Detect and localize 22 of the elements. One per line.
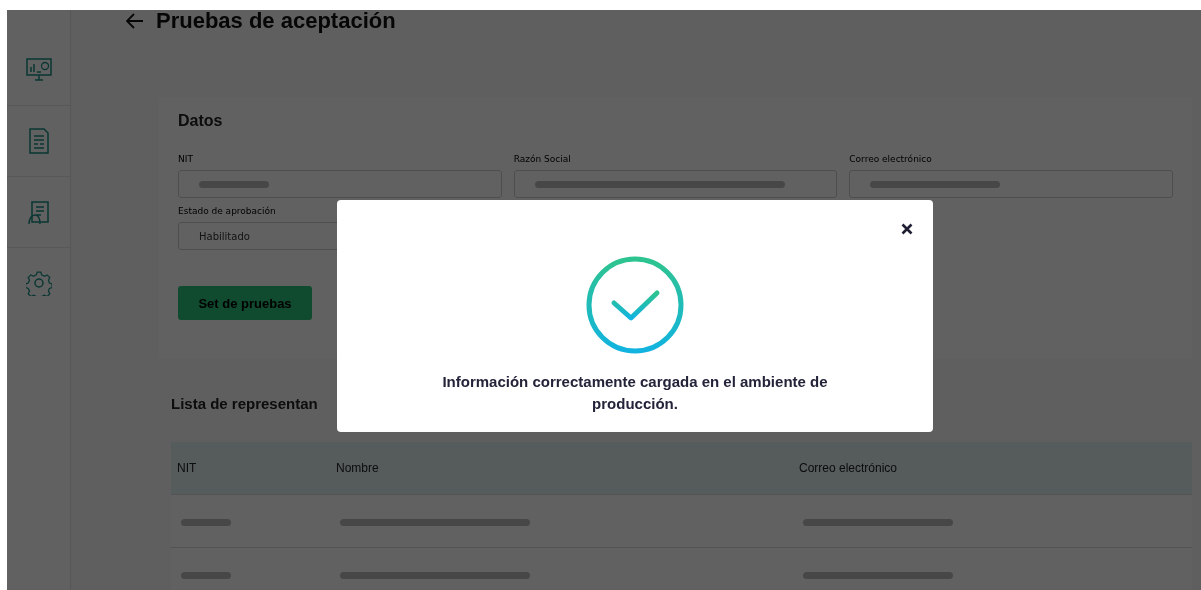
input-field[interactable] [178,170,502,198]
settings-icon[interactable] [25,270,52,296]
field-label: Estado de aprobación [178,206,277,216]
field-label: NIT [178,154,194,164]
test-set-button[interactable]: Set de pruebas [178,286,312,320]
back-arrow-icon[interactable] [126,13,144,29]
field-label: Correo electrónico [849,154,933,164]
column-header: NIT [176,461,198,475]
monitor-chart-icon[interactable] [25,58,52,82]
column-header: Nombre [335,461,380,475]
input-field[interactable] [513,170,838,198]
page-title: Pruebas de aceptación [156,10,396,34]
clipboard-person-icon[interactable] [25,199,52,225]
close-icon[interactable] [901,223,913,235]
success-message: Información correctamente cargada en el ambiente de producción. [441,372,829,414]
document-icon[interactable] [27,128,50,154]
section-title: Datos [178,112,224,130]
column-header: Correo electrónico [798,461,899,475]
section-title: Lista de representan [171,395,318,412]
checkmark-circle-icon [585,255,685,355]
field-label: Razón Social [513,154,572,164]
input-field[interactable] [849,170,1173,198]
